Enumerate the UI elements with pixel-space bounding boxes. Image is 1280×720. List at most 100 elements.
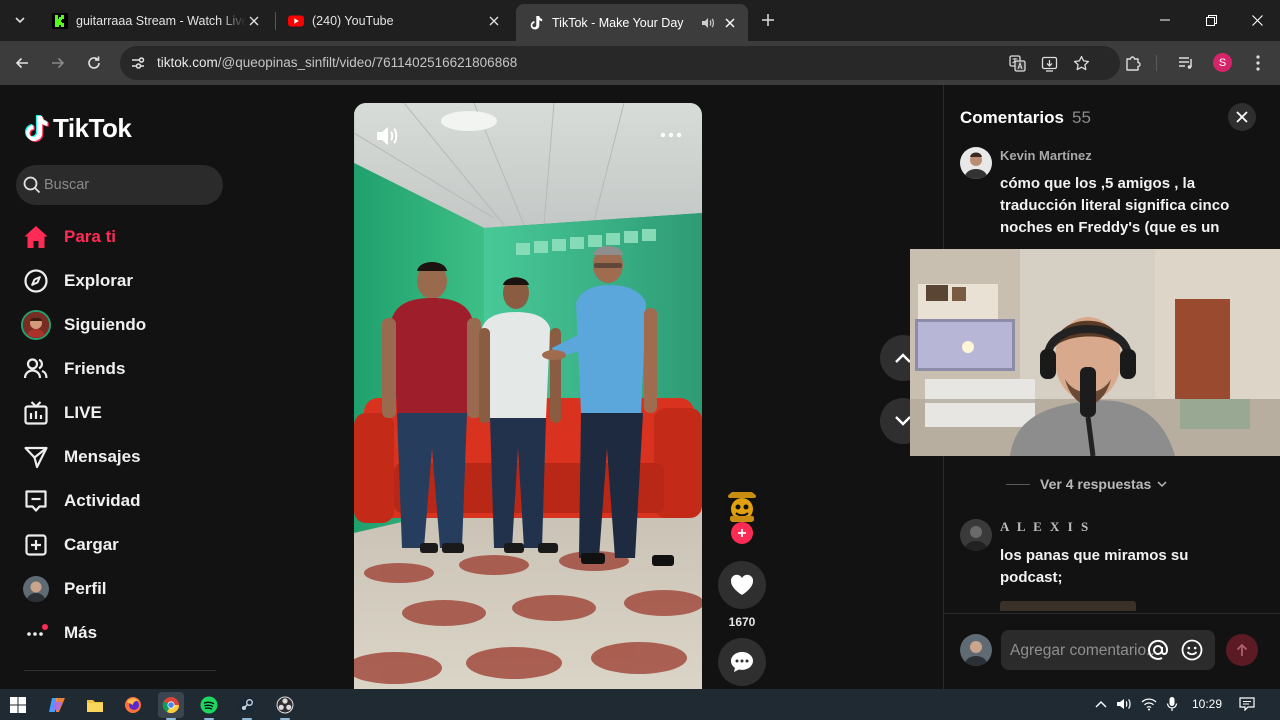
forward-button[interactable] <box>44 49 72 77</box>
like-button[interactable] <box>718 561 766 609</box>
avatar <box>20 573 52 605</box>
like-count: 1670 <box>728 615 756 629</box>
volume-button[interactable] <box>374 123 400 149</box>
close-tab-icon[interactable] <box>246 13 262 29</box>
spotify-icon[interactable] <box>196 692 222 720</box>
nav-item-para-ti[interactable]: Para ti <box>20 219 230 255</box>
url-text[interactable]: tiktok.com/@queopinas_sinfilt/video/7611… <box>157 55 517 70</box>
home-icon <box>20 221 52 253</box>
tab-search-button[interactable] <box>8 8 32 32</box>
media-control-icon[interactable] <box>1176 53 1196 73</box>
windows-start-icon[interactable] <box>5 692 31 718</box>
tray-overflow-icon[interactable] <box>1092 695 1110 713</box>
restore-button[interactable] <box>1188 0 1234 40</box>
address-bar[interactable]: tiktok.com/@queopinas_sinfilt/video/7611… <box>120 46 1120 80</box>
chevron-down-icon <box>1157 480 1167 487</box>
copilot-icon[interactable] <box>44 692 70 718</box>
reload-button[interactable] <box>80 49 108 77</box>
nav-label: Mensajes <box>64 447 141 466</box>
windows-taskbar: 10:29 <box>0 689 1280 720</box>
browser-toolbar: tiktok.com/@queopinas_sinfilt/video/7611… <box>0 41 1280 85</box>
comment-composer: Agregar comentario... <box>944 613 1280 689</box>
tab-title: TikTok - Make Your Day <box>552 15 684 30</box>
nav-item-live[interactable]: LIVE <box>20 395 230 431</box>
comment-username[interactable]: Kevin Martínez <box>1000 148 1092 163</box>
tiktok-logo[interactable]: TikTok <box>23 113 132 144</box>
nav-item-mensajes[interactable]: Mensajes <box>20 439 230 475</box>
tab-youtube[interactable]: (240) YouTube <box>276 6 512 35</box>
mention-icon[interactable] <box>1147 639 1169 661</box>
creator-avatar[interactable] <box>724 489 760 525</box>
profile-avatar[interactable]: S <box>1213 53 1232 72</box>
tiktok-icon <box>528 15 544 31</box>
close-tab-icon[interactable] <box>486 13 502 29</box>
nav-item-friends[interactable]: Friends <box>20 351 230 387</box>
activity-icon <box>20 485 52 517</box>
close-window-button[interactable] <box>1234 0 1280 40</box>
nav-item-actividad[interactable]: Actividad <box>20 483 230 519</box>
upload-icon <box>20 529 52 561</box>
site-info-icon[interactable] <box>128 53 148 73</box>
friends-icon <box>20 353 52 385</box>
close-tab-icon[interactable] <box>722 15 738 31</box>
nav-item-explorar[interactable]: Explorar <box>20 263 230 299</box>
chrome-icon[interactable] <box>158 692 184 720</box>
nav-label: Cargar <box>64 535 119 554</box>
url-host: tiktok.com <box>157 55 218 70</box>
minimize-button[interactable] <box>1142 0 1188 40</box>
nav-label: Actividad <box>64 491 141 510</box>
send-comment-button[interactable] <box>1226 634 1258 666</box>
minimize-icon <box>1160 19 1170 21</box>
file-explorer-icon[interactable] <box>82 692 108 718</box>
comment-username[interactable]: A L E X I S <box>1000 519 1091 535</box>
microphone-icon[interactable] <box>1163 695 1181 713</box>
steam-icon[interactable] <box>234 692 260 720</box>
translate-icon[interactable] <box>1008 54 1026 72</box>
nav-item-cargar[interactable]: Cargar <box>20 527 230 563</box>
live-tv-icon <box>20 397 52 429</box>
taskbar-clock[interactable]: 10:29 <box>1192 697 1222 711</box>
network-icon[interactable] <box>1140 695 1158 713</box>
avatar[interactable] <box>960 519 992 551</box>
avatar[interactable] <box>960 147 992 179</box>
nav-label: LIVE <box>64 403 102 422</box>
install-app-icon[interactable] <box>1040 54 1058 72</box>
tab-tiktok[interactable]: TikTok - Make Your Day <box>516 4 748 41</box>
bookmark-star-icon[interactable] <box>1072 54 1090 72</box>
nav-item-siguiendo[interactable]: Siguiendo <box>20 307 230 343</box>
nav-item-mas[interactable]: Más <box>20 615 230 651</box>
tab-audio-icon[interactable] <box>700 15 716 31</box>
follow-button[interactable] <box>731 522 753 544</box>
arrow-up-icon <box>1236 643 1248 656</box>
back-button[interactable] <box>8 49 36 77</box>
nav-label: Perfil <box>64 579 107 598</box>
comment-button[interactable] <box>718 638 766 686</box>
nav-label: Siguiendo <box>64 315 147 334</box>
nav-item-perfil[interactable]: Perfil <box>20 571 230 607</box>
notifications-icon[interactable] <box>1238 695 1256 713</box>
arrow-right-icon <box>52 57 65 69</box>
compass-icon <box>20 265 52 297</box>
firefox-icon[interactable] <box>120 692 146 718</box>
close-comments-button[interactable] <box>1228 103 1256 131</box>
view-replies-button[interactable]: Ver 4 respuestas <box>1006 476 1167 492</box>
youtube-icon <box>288 13 304 29</box>
comment-text: los panas que miramos su podcast; <box>1000 547 1189 586</box>
video-player[interactable] <box>354 103 702 689</box>
logo-text: TikTok <box>53 113 132 143</box>
menu-kebab-icon[interactable] <box>1248 53 1268 73</box>
search-input[interactable]: Buscar <box>16 165 223 205</box>
sidebar: TikTok Buscar Para ti Explorar Siguiendo… <box>0 85 240 689</box>
tab-kick[interactable]: guitarraaa Stream - Watch Live <box>40 6 272 35</box>
extensions-icon[interactable] <box>1123 53 1143 73</box>
video-more-button[interactable] <box>656 125 686 145</box>
browser-tabstrip: guitarraaa Stream - Watch Live (240) You… <box>0 0 1280 41</box>
comment-input[interactable]: Agregar comentario... <box>1001 630 1215 670</box>
send-icon <box>20 441 52 473</box>
comment-image-thumbnail[interactable] <box>1000 601 1136 611</box>
speaker-icon[interactable] <box>1115 695 1133 713</box>
obs-icon[interactable] <box>272 692 298 720</box>
new-tab-button[interactable] <box>757 9 779 31</box>
comments-count: 55 <box>1072 108 1091 127</box>
emoji-icon[interactable] <box>1181 639 1203 661</box>
